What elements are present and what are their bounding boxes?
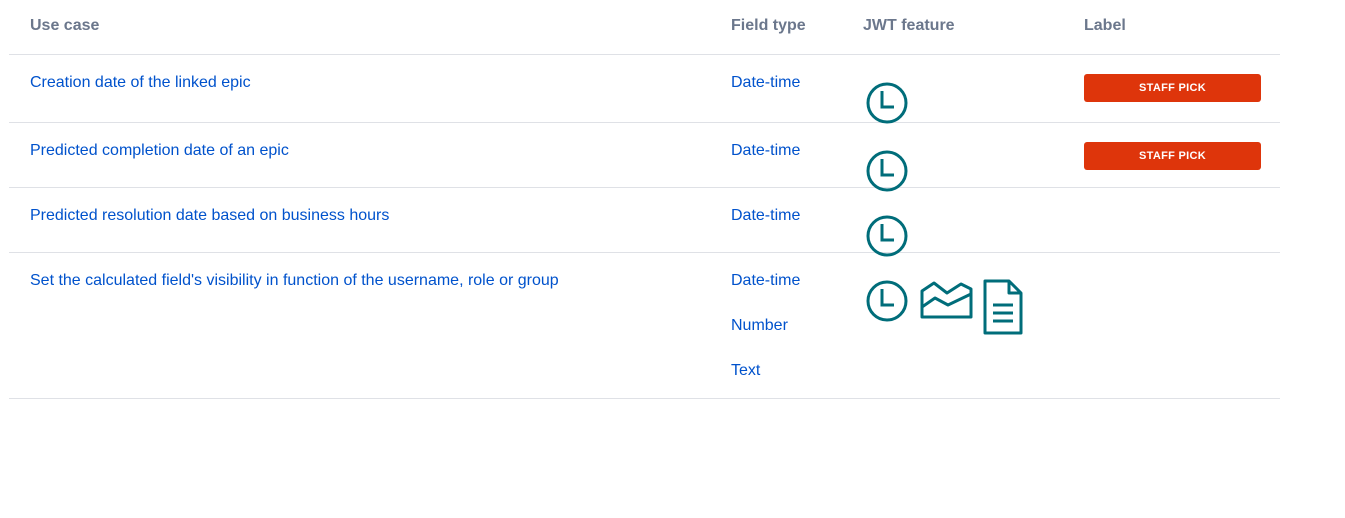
field-type-link[interactable]: Date-time <box>731 206 800 226</box>
table-row: Creation date of the linked epic Date-ti… <box>9 55 1280 124</box>
column-header-label: Label <box>1084 17 1126 34</box>
table-header-row: Use case Field type JWT feature Label <box>9 0 1280 55</box>
table-row: Set the calculated field's visibility in… <box>9 253 1280 399</box>
field-type-link-text[interactable]: Text <box>731 361 800 381</box>
use-case-link[interactable]: Creation date of the linked epic <box>30 73 251 93</box>
table-row: Predicted completion date of an epic Dat… <box>9 123 1280 192</box>
clock-icon[interactable] <box>863 277 911 325</box>
use-case-link[interactable]: Predicted completion date of an epic <box>30 141 289 161</box>
field-type-list: Date-time <box>731 73 800 118</box>
use-case-table: Use case Field type JWT feature Label Cr… <box>9 0 1280 399</box>
field-type-link[interactable]: Date-time <box>731 73 800 93</box>
field-type-link[interactable]: Date-time <box>731 141 800 161</box>
field-type-list: Date-time Number Text <box>731 271 800 406</box>
column-header-field-type: Field type <box>731 17 806 34</box>
field-type-link-number[interactable]: Number <box>731 316 800 336</box>
field-type-list: Date-time <box>731 206 800 251</box>
chart-icon[interactable] <box>917 277 975 325</box>
clock-icon[interactable] <box>863 79 911 127</box>
column-header-jwt-feature: JWT feature <box>863 17 955 34</box>
staff-pick-badge: STAFF PICK <box>1084 142 1261 170</box>
table-row: Predicted resolution date based on busin… <box>9 188 1280 257</box>
document-icon[interactable] <box>981 277 1025 337</box>
jwt-feature-icons <box>863 79 911 127</box>
column-header-use-case: Use case <box>30 17 100 34</box>
field-type-list: Date-time <box>731 141 800 186</box>
jwt-feature-icons <box>863 277 1025 337</box>
use-case-link[interactable]: Set the calculated field's visibility in… <box>30 271 559 291</box>
staff-pick-badge: STAFF PICK <box>1084 74 1261 102</box>
field-type-link-date-time[interactable]: Date-time <box>731 271 800 291</box>
use-case-link[interactable]: Predicted resolution date based on busin… <box>30 206 389 226</box>
